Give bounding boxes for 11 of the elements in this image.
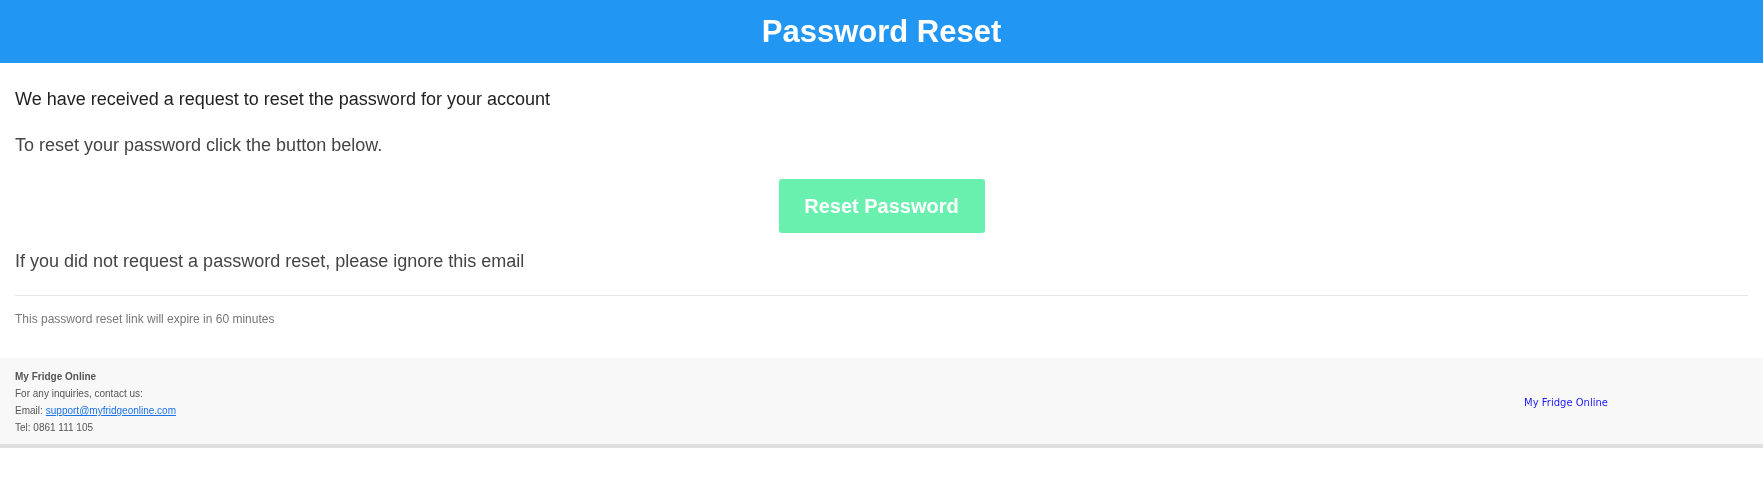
message-text: To reset your password click the button below. xyxy=(15,134,384,157)
ignore-note: If you did not request a password reset, please ignore this email xyxy=(15,250,526,273)
expiry-note: This password reset link will expire in 60 minutes xyxy=(15,312,276,328)
phone-text: Tel: 0861 111 105 xyxy=(15,421,95,434)
company-name: My Fridge Online xyxy=(15,370,98,383)
page-title: Password Reset xyxy=(761,13,1002,50)
email-link[interactable]: support@myfridgeonline.com xyxy=(45,404,176,417)
inquiries-text: For any inquiries, contact us: xyxy=(15,387,144,400)
email-label: Email: xyxy=(15,404,43,417)
brand-name: My Fridge Online xyxy=(1524,396,1608,408)
message-text: We have received a request to reset the password for your account xyxy=(15,88,551,111)
